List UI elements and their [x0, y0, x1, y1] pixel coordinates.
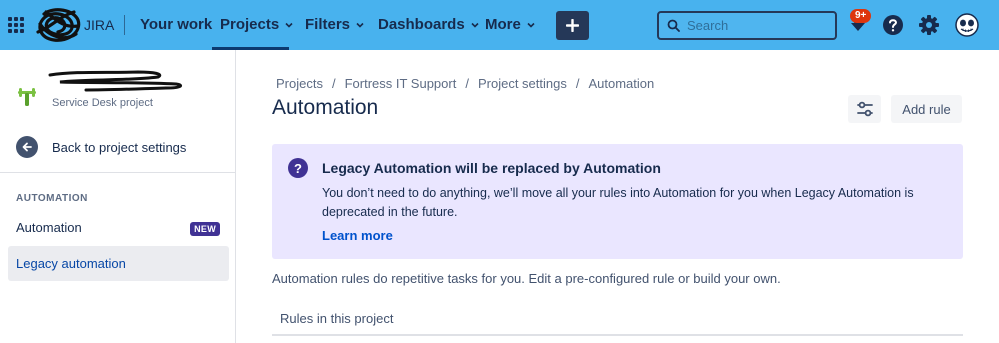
plus-icon: [566, 19, 579, 32]
sidebar-item-automation[interactable]: Automation NEW: [8, 210, 229, 245]
avatar[interactable]: [955, 13, 979, 37]
nav-more-label: More: [485, 16, 521, 33]
nav-filters-label: Filters: [305, 16, 351, 33]
nav-projects[interactable]: Projects: [220, 16, 293, 33]
search-box[interactable]: [657, 11, 837, 40]
product-logo-text[interactable]: JIRA: [84, 17, 114, 33]
breadcrumb-project-settings[interactable]: Project settings: [478, 76, 567, 91]
question-icon: ?: [288, 158, 308, 178]
redacted-logo-scribble: [36, 8, 81, 42]
nav-projects-label: Projects: [220, 16, 280, 33]
settings-sliders-button[interactable]: [848, 95, 881, 123]
breadcrumb-separator: /: [331, 76, 336, 91]
back-to-project-settings-link[interactable]: Back to project settings: [16, 136, 186, 158]
project-avatar-icon: [18, 88, 36, 106]
breadcrumb-project[interactable]: Fortress IT Support: [345, 76, 457, 91]
nav-filters[interactable]: Filters: [305, 16, 364, 33]
sidebar-section-heading: AUTOMATION: [16, 193, 88, 204]
breadcrumb-projects[interactable]: Projects: [276, 76, 323, 91]
learn-more-link[interactable]: Learn more: [322, 228, 393, 243]
new-lozenge: NEW: [190, 222, 220, 236]
breadcrumb-automation[interactable]: Automation: [588, 76, 654, 91]
breadcrumb: Projects / Fortress IT Support / Project…: [276, 76, 654, 91]
nav-dashboards[interactable]: Dashboards: [378, 16, 479, 33]
nav-your-work[interactable]: Your work: [140, 16, 212, 33]
notification-count-badge: 9+: [850, 9, 872, 23]
redacted-project-name: [48, 70, 183, 92]
sidebar-divider: [0, 172, 235, 173]
chevron-down-icon: [356, 22, 364, 28]
search-icon: [667, 19, 680, 32]
project-type-label: Service Desk project: [52, 97, 153, 109]
top-navigation-bar: JIRA Your work Projects Filters Dashboar…: [0, 0, 999, 50]
chevron-down-icon: [527, 22, 535, 28]
add-rule-button[interactable]: Add rule: [891, 95, 962, 123]
breadcrumb-separator: /: [465, 76, 469, 91]
sidebar-item-legacy-automation[interactable]: Legacy automation: [8, 246, 229, 281]
arrow-left-icon: [16, 136, 38, 158]
project-sidebar: Service Desk project Back to project set…: [0, 50, 236, 343]
banner-body: You don’t need to do anything, we’ll mov…: [322, 186, 914, 219]
sidebar-item-label: Legacy automation: [16, 256, 126, 271]
chevron-down-icon: [471, 22, 479, 28]
chevron-down-icon: [285, 22, 293, 28]
nav-more[interactable]: More: [485, 16, 535, 33]
rules-divider: [272, 334, 963, 336]
nav-divider: [124, 15, 125, 35]
nav-your-work-label: Your work: [140, 16, 213, 33]
app-switcher-icon[interactable]: [8, 17, 24, 33]
settings-icon[interactable]: [918, 14, 940, 36]
sliders-icon: [856, 101, 873, 117]
nav-dashboards-label: Dashboards: [378, 16, 465, 33]
info-banner: ? Legacy Automation will be replaced by …: [272, 144, 963, 259]
back-link-label: Back to project settings: [52, 139, 187, 155]
search-input[interactable]: [687, 18, 827, 33]
banner-title: Legacy Automation will be replaced by Au…: [322, 160, 661, 176]
page-title: Automation: [272, 96, 379, 119]
intro-text: Automation rules do repetitive tasks for…: [272, 271, 781, 286]
create-button[interactable]: [556, 11, 589, 40]
breadcrumb-separator: /: [575, 76, 580, 91]
rules-section-heading: Rules in this project: [280, 311, 394, 326]
help-icon[interactable]: [882, 14, 904, 36]
sidebar-item-label: Automation: [16, 220, 82, 235]
